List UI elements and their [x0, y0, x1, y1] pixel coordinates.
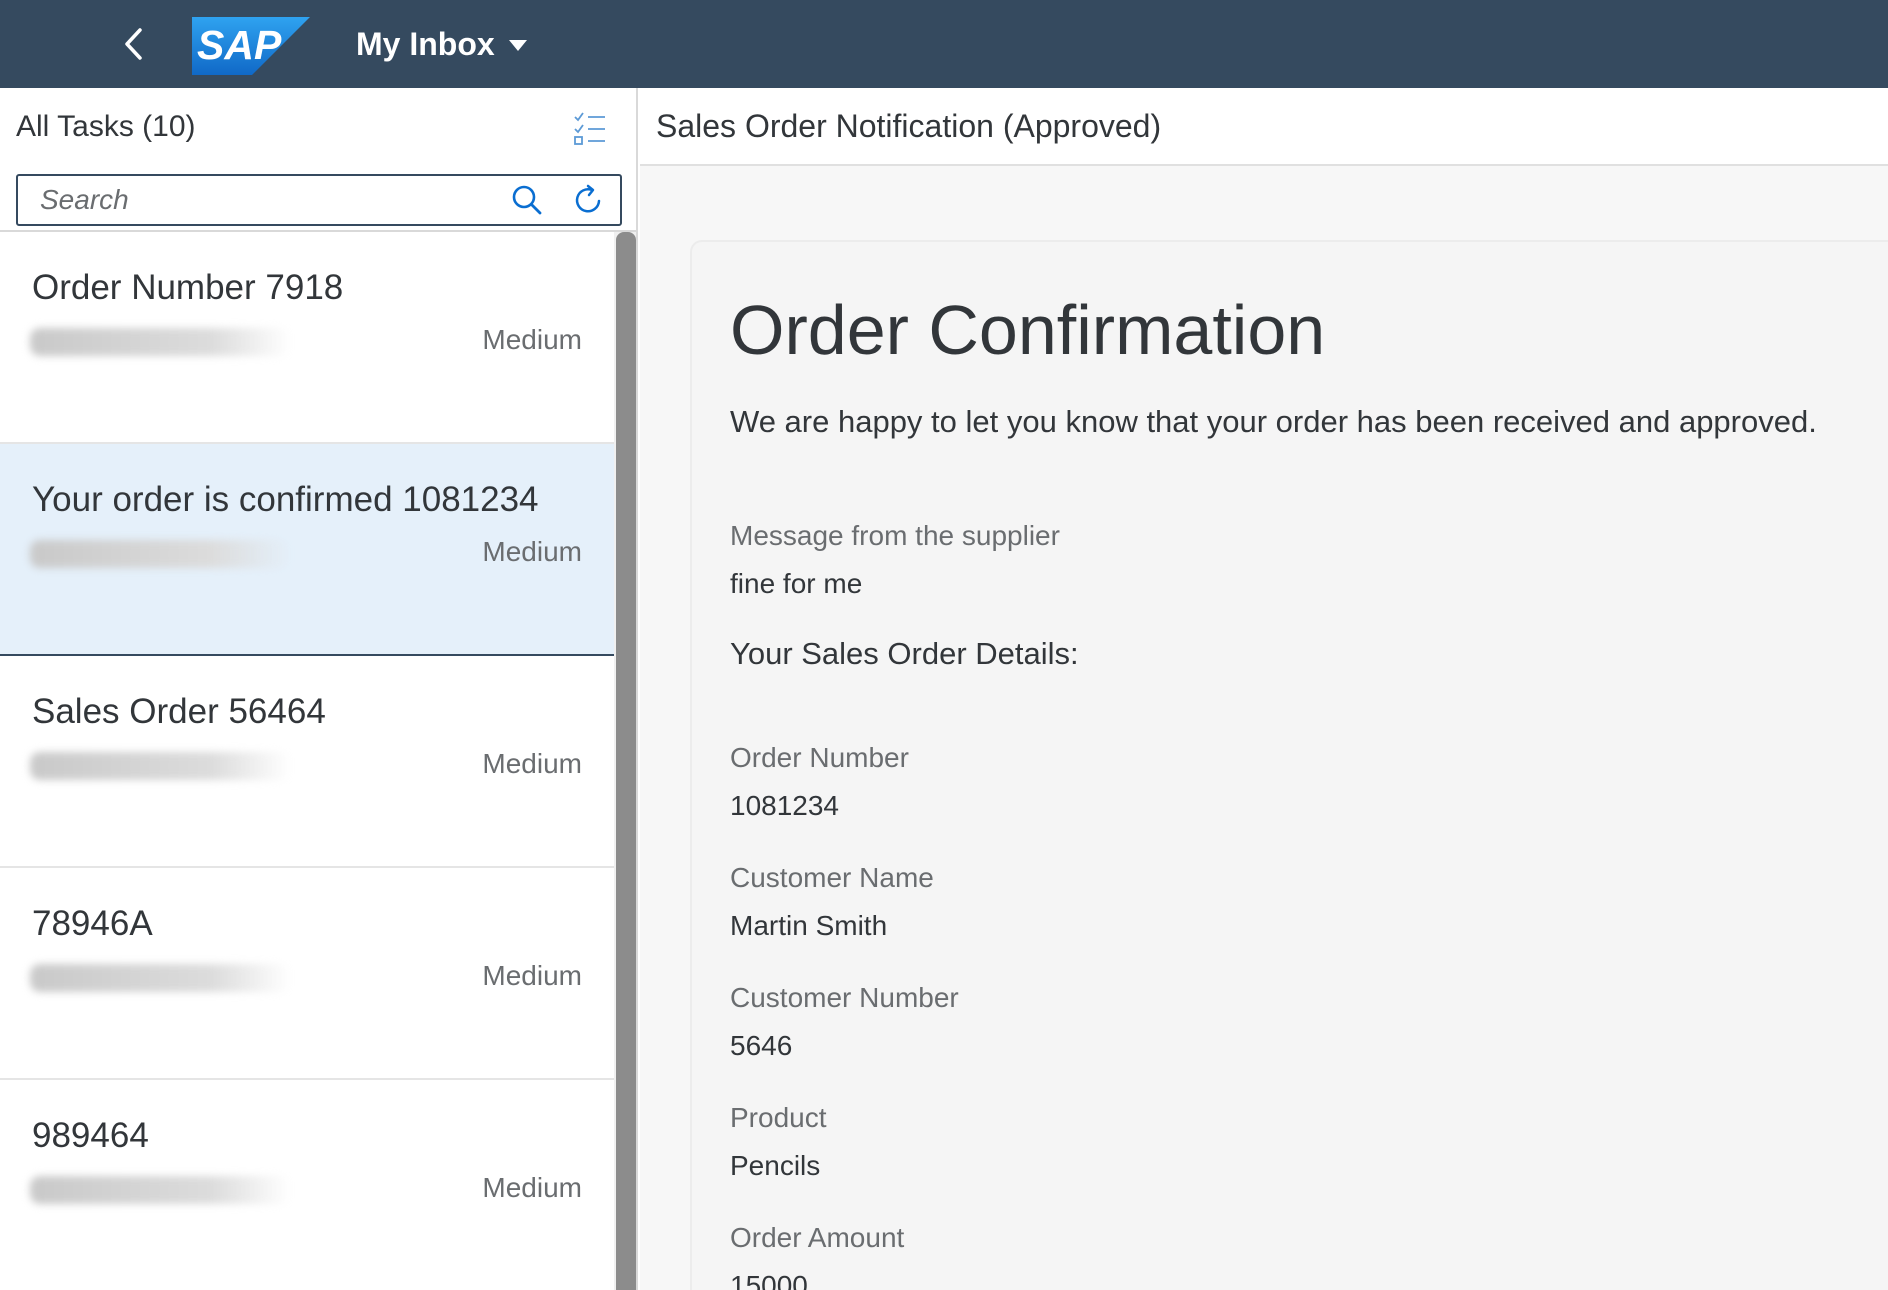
detail-title: Sales Order Notification (Approved) [656, 108, 1162, 144]
customer-number-label: Customer Number [730, 982, 959, 1013]
task-priority: Medium [482, 960, 582, 991]
task-content-card: Order Confirmation We are happy to let y… [690, 240, 1888, 1290]
supplier-message-label: Message from the supplier [730, 520, 1060, 551]
task-subtitle-redacted [30, 752, 290, 780]
search-field [16, 174, 622, 226]
task-list-item[interactable]: Sales Order 56464 Medium [0, 656, 614, 868]
scrollbar-thumb[interactable] [616, 232, 636, 1290]
chevron-left-icon [125, 28, 142, 60]
task-list-scrollbar[interactable] [614, 232, 636, 1290]
confirmation-heading: Order Confirmation [730, 291, 1326, 369]
task-title: Order Number 7918 [32, 268, 344, 307]
confirmation-intro: We are happy to let you know that your o… [730, 404, 1817, 439]
sap-logo-text: SAP [197, 22, 282, 68]
back-button[interactable] [112, 20, 156, 68]
task-list-item[interactable]: 78946A Medium [0, 868, 614, 1080]
sap-logo[interactable]: SAP [192, 17, 310, 75]
order-amount-label: Order Amount [730, 1222, 905, 1253]
order-amount-value: 15000 [730, 1270, 808, 1290]
list-title: All Tasks (10) [16, 110, 196, 143]
task-list-panel: All Tasks (10) Search Order Number 7918 … [0, 88, 638, 1290]
customer-name-value: Martin Smith [730, 910, 888, 941]
refresh-button[interactable] [558, 176, 620, 224]
task-title: Sales Order 56464 [32, 692, 326, 731]
search-input[interactable] [18, 176, 496, 224]
task-priority: Medium [482, 536, 582, 567]
order-number-value: 1081234 [730, 790, 840, 821]
task-title: 78946A [32, 904, 153, 943]
filter-checklist-icon[interactable] [572, 110, 608, 146]
task-subtitle-redacted [30, 964, 290, 992]
detail-header: Sales Order Notification (Approved) [640, 88, 1888, 166]
order-number-label: Order Number [730, 742, 909, 773]
task-title: Your order is confirmed 1081234 [32, 480, 539, 519]
task-priority: Medium [482, 1172, 582, 1203]
product-value: Pencils [730, 1150, 821, 1181]
refresh-icon [575, 184, 601, 213]
task-title: 989464 [32, 1116, 149, 1155]
search-button[interactable] [496, 176, 558, 224]
customer-number-value: 5646 [730, 1030, 793, 1061]
task-list-item[interactable]: Order Number 7918 Medium [0, 232, 614, 444]
task-list-item-selected[interactable]: Your order is confirmed 1081234 Medium [0, 444, 614, 656]
task-priority: Medium [482, 324, 582, 355]
shell-header: SAP My Inbox [0, 0, 1888, 88]
app-title-menu[interactable]: My Inbox [356, 22, 527, 66]
order-details-heading: Your Sales Order Details: [730, 636, 1079, 671]
task-priority: Medium [482, 748, 582, 779]
list-header: All Tasks (10) [0, 88, 638, 226]
customer-name-label: Customer Name [730, 862, 934, 893]
task-subtitle-redacted [30, 540, 290, 568]
task-list: Order Number 7918 Medium Your order is c… [0, 232, 614, 1290]
task-detail-panel: Sales Order Notification (Approved) Orde… [640, 88, 1888, 1290]
product-label: Product [730, 1102, 827, 1133]
task-list-item[interactable]: 989464 Medium [0, 1080, 614, 1290]
task-subtitle-redacted [30, 328, 290, 356]
task-subtitle-redacted [30, 1176, 290, 1204]
search-icon [512, 185, 542, 215]
caret-down-icon [508, 39, 527, 51]
supplier-message-value: fine for me [730, 568, 863, 599]
app-title: My Inbox [356, 25, 495, 62]
